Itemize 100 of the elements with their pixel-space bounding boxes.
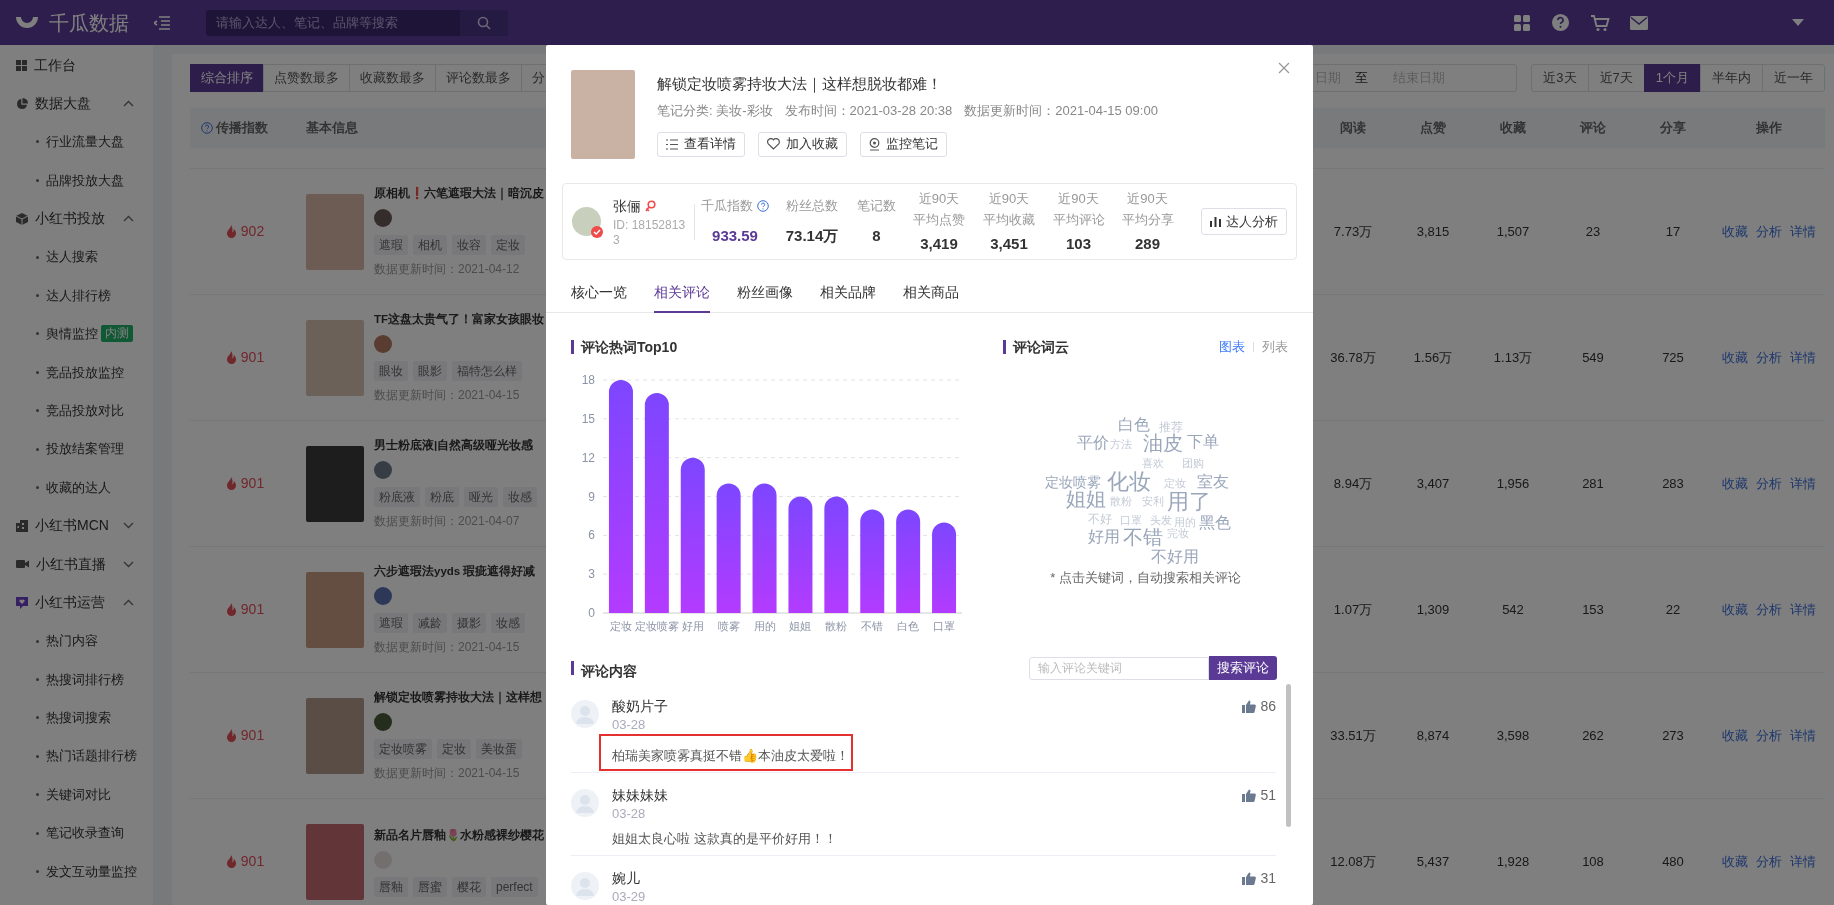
action-link[interactable]: 分析 — [1756, 851, 1782, 872]
note-title[interactable]: 新品名片唇釉🌷水粉感裸纱樱花 — [374, 826, 544, 843]
word[interactable]: 下单 — [1187, 434, 1219, 450]
grid-icon[interactable] — [1513, 13, 1531, 32]
mail-icon[interactable] — [1630, 15, 1648, 30]
word[interactable]: 好用 — [1088, 529, 1120, 545]
action-link[interactable]: 收藏 — [1722, 473, 1748, 494]
view-toggle[interactable]: 列表 — [1262, 337, 1288, 357]
action-link[interactable]: 详情 — [1790, 599, 1816, 620]
sidebar-item[interactable]: 行业流量大盘 — [36, 132, 124, 152]
sidebar-item[interactable]: 热门内容 — [36, 631, 98, 651]
sidebar-item[interactable]: 舆情监控 — [36, 324, 98, 344]
tab[interactable]: 粉丝画像 — [737, 273, 793, 313]
action-link[interactable]: 收藏 — [1722, 599, 1748, 620]
action-link[interactable]: 分析 — [1756, 221, 1782, 242]
period-button[interactable]: 近3天 — [1531, 64, 1589, 92]
sidebar-item[interactable]: 关键词对比 — [36, 784, 111, 805]
close-icon[interactable] — [1278, 62, 1290, 74]
action-link[interactable]: 详情 — [1790, 347, 1816, 368]
tag[interactable]: 减龄 — [413, 613, 447, 633]
tag[interactable]: 眼妆 — [374, 361, 408, 381]
action-link[interactable]: 分析 — [1756, 599, 1782, 620]
sidebar-item[interactable]: 热搜词搜索 — [36, 708, 111, 728]
tag[interactable]: 哑光 — [464, 487, 498, 507]
help-icon[interactable] — [201, 122, 213, 134]
chevron-icon[interactable] — [123, 522, 134, 530]
search-comments-button[interactable]: 搜索评论 — [1209, 656, 1277, 680]
search-button[interactable] — [460, 9, 508, 36]
tag[interactable]: 定妆喷雾 — [374, 739, 432, 759]
note-title[interactable]: 解锁定妆喷雾持妆大法｜这样想 — [374, 689, 542, 705]
tag[interactable]: 定妆 — [491, 235, 525, 255]
chevron-icon[interactable] — [123, 215, 134, 223]
action-link[interactable]: 详情 — [1790, 851, 1816, 872]
thumbs-up-icon[interactable] — [1242, 872, 1257, 885]
tab[interactable]: 相关商品 — [903, 273, 959, 313]
tag[interactable]: 妆感 — [491, 613, 525, 633]
tag[interactable]: 眼影 — [413, 361, 447, 381]
tag[interactable]: 粉底 — [425, 487, 459, 507]
caret-icon[interactable] — [1792, 18, 1804, 27]
tag[interactable]: perfect — [491, 876, 538, 897]
word[interactable]: 不错 — [1123, 527, 1163, 547]
sort-tab[interactable]: 综合排序 — [190, 64, 264, 92]
tag[interactable]: 妆感 — [503, 487, 537, 507]
tag[interactable]: 福特怎么样 — [452, 361, 522, 381]
chevron-icon[interactable] — [123, 599, 134, 607]
action-link[interactable]: 收藏 — [1722, 725, 1748, 746]
period-button[interactable]: 近7天 — [1587, 64, 1645, 92]
word[interactable]: 油皮 — [1143, 433, 1183, 453]
word[interactable]: 用了 — [1167, 491, 1211, 513]
tag[interactable]: 唇蜜 — [413, 876, 447, 897]
help-icon[interactable] — [1551, 13, 1570, 32]
word[interactable]: 不好用 — [1151, 549, 1199, 565]
tab[interactable]: 相关品牌 — [820, 273, 876, 313]
sidebar-item[interactable]: 工作台 — [16, 54, 76, 76]
tag[interactable]: 相机 — [413, 235, 447, 255]
sidebar-item[interactable]: 达人搜索 — [36, 247, 98, 267]
sidebar-item[interactable]: 笔记收录查询 — [36, 823, 124, 843]
chevron-icon[interactable] — [123, 100, 134, 108]
note-action-button[interactable]: 查看详情 — [657, 131, 745, 157]
word[interactable]: 黑色 — [1199, 515, 1231, 531]
note-title[interactable]: 原相机❗六笔遮瑕大法｜暗沉皮 — [374, 185, 544, 201]
word[interactable]: 推荐 — [1159, 421, 1183, 433]
note-title[interactable]: TF这盘太贵气了！富家女孩眼妆 — [374, 311, 545, 327]
comment-search-field[interactable]: 输入评论关键词 — [1029, 656, 1209, 680]
action-link[interactable]: 详情 — [1790, 725, 1816, 746]
sort-tab[interactable]: 收藏数最多 — [349, 64, 436, 92]
menu-icon[interactable] — [154, 15, 170, 30]
action-link[interactable]: 收藏 — [1722, 347, 1748, 368]
sidebar-item[interactable]: 品牌投放大盘 — [36, 170, 124, 191]
tag[interactable]: 唇釉 — [374, 876, 408, 897]
action-link[interactable]: 详情 — [1790, 221, 1816, 242]
tag[interactable]: 美妆蛋 — [476, 739, 522, 759]
view-toggle[interactable]: 图表 — [1219, 337, 1245, 357]
note-title[interactable]: 男士粉底液|自然高级哑光妆感 — [374, 437, 537, 453]
sidebar-item[interactable]: 竞品投放监控 — [36, 362, 124, 383]
creator-analysis-button[interactable]: 达人分析 — [1201, 208, 1287, 235]
word[interactable]: 姐姐 — [1066, 489, 1106, 509]
sidebar-item[interactable]: 竞品投放对比 — [36, 400, 124, 421]
sort-tab[interactable]: 点赞数最多 — [263, 64, 350, 92]
tag[interactable]: 妆容 — [452, 235, 486, 255]
action-link[interactable]: 分析 — [1756, 347, 1782, 368]
note-action-button[interactable]: 监控笔记 — [860, 131, 947, 157]
cart-icon[interactable] — [1590, 13, 1610, 32]
tab[interactable]: 核心一览 — [571, 273, 627, 313]
help-icon[interactable] — [757, 199, 769, 212]
period-button[interactable]: 半年内 — [1700, 64, 1763, 92]
thumbs-up-icon[interactable] — [1242, 789, 1257, 802]
tag[interactable]: 遮瑕 — [374, 235, 408, 255]
tag[interactable]: 粉底液 — [374, 487, 420, 507]
thumbs-up-icon[interactable] — [1242, 700, 1257, 713]
action-link[interactable]: 收藏 — [1722, 221, 1748, 242]
sidebar-item[interactable]: 投放结案管理 — [36, 439, 124, 459]
chevron-icon[interactable] — [123, 560, 134, 568]
sidebar-item[interactable]: 数据大盘 — [16, 93, 91, 115]
sidebar-item[interactable]: 收藏的达人 — [36, 477, 111, 498]
sort-tab[interactable]: 评论数最多 — [435, 64, 522, 92]
tag[interactable]: 遮瑕 — [374, 613, 408, 633]
sidebar-item[interactable]: 热门话题排行榜 — [36, 746, 137, 766]
sidebar-item[interactable]: 小红书MCN — [16, 515, 109, 537]
action-link[interactable]: 分析 — [1756, 473, 1782, 494]
